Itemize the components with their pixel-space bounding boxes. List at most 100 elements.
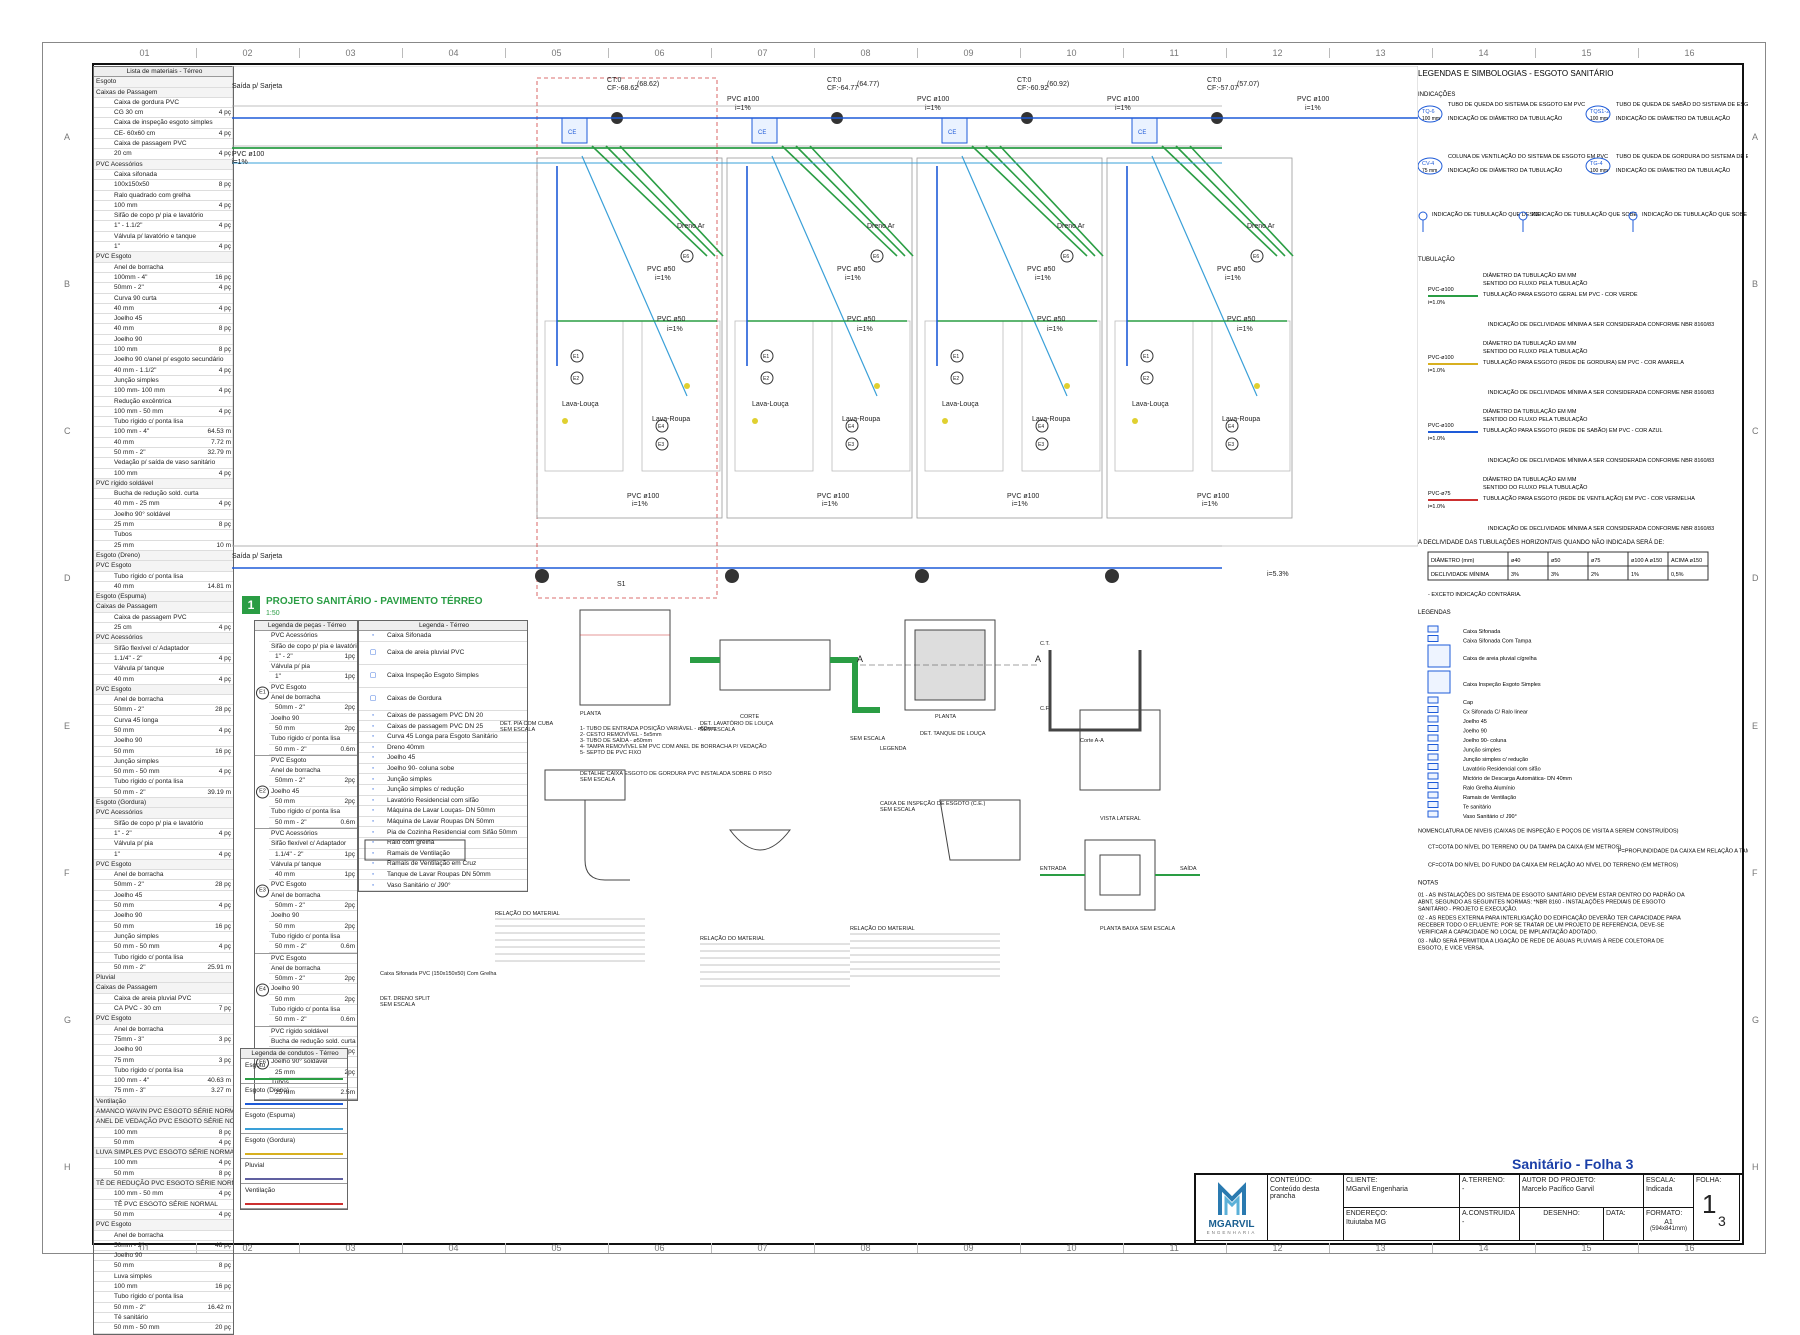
material-label: 50 mm bbox=[114, 1138, 134, 1146]
material-qty: 3 pç bbox=[218, 1056, 231, 1064]
material-label: 40 mm bbox=[114, 325, 134, 333]
material-label: 1.1/4" - 2" bbox=[114, 654, 143, 662]
material-qty: 16 pç bbox=[215, 1283, 231, 1291]
pipe-slope: i=1.0% bbox=[1428, 300, 1445, 306]
legend-symbol-icon bbox=[1427, 763, 1439, 770]
material-qty: 8 pç bbox=[218, 325, 231, 333]
pieces-row: Válvula p/ pia bbox=[269, 662, 357, 673]
materials-row: 25 mm 10 m bbox=[94, 541, 233, 551]
materials-row: Luva simples bbox=[94, 1272, 233, 1283]
declivity-value: 2% bbox=[1591, 572, 1599, 578]
piece-qty: 0.6m bbox=[340, 745, 355, 753]
material-label: 50mm - 2" bbox=[114, 284, 144, 292]
pieces-row: 50mm - 2" 2pç bbox=[269, 974, 357, 985]
slope-label: i=1% bbox=[735, 105, 751, 112]
material-qty: 7 pç bbox=[218, 1005, 231, 1013]
pipe-label: PVC ø100 bbox=[917, 96, 949, 103]
slope-label: i=1% bbox=[822, 501, 838, 508]
piece-code: E4 bbox=[1038, 424, 1044, 430]
legend-symbol-icon bbox=[1427, 715, 1439, 723]
material-label: PVC Esgoto bbox=[96, 562, 132, 570]
pieces-row: 50 mm - 2" 0.6m bbox=[269, 942, 357, 953]
tg-desc: TUBO DE QUEDA DE GORDURA DO SISTEMA DE E… bbox=[1616, 154, 1748, 160]
materials-row: Anel de borracha bbox=[94, 1025, 233, 1035]
material-label: Tubos bbox=[114, 531, 132, 539]
pipe-diam-desc: DIÂMETRO DA TUBULAÇÃO EM MM bbox=[1483, 408, 1577, 415]
material-label: Anel de borracha bbox=[114, 1025, 164, 1033]
grid-tick bbox=[1020, 48, 1021, 58]
materials-row: Caixas de Passagem bbox=[94, 983, 233, 994]
material-qty: 4 pç bbox=[218, 943, 231, 951]
detail-scale: SEM ESCALA bbox=[380, 1002, 415, 1008]
piece-label: 50 mm - 2" bbox=[275, 818, 307, 826]
company-logo-cell: MGARVIL ENGENHARIA bbox=[1196, 1175, 1268, 1241]
detail-note: 2- CESTO REMOVÍVEL - 5x5mm bbox=[580, 731, 662, 738]
pipe-diam-desc: DIÂMETRO DA TUBULAÇÃO EM MM bbox=[1483, 272, 1577, 279]
materials-row: 1.1/4" - 2" 4 pç bbox=[94, 654, 233, 665]
material-label: Caixas de Passagem bbox=[96, 88, 158, 96]
project-scale: 1:50 bbox=[266, 610, 280, 617]
materials-rows: Esgoto Caixas de Passagem Caixa de gordura… bbox=[94, 77, 233, 1334]
pipe-label: PVC ø50 bbox=[1027, 266, 1056, 273]
escala-label: ESCALA: bbox=[1646, 1177, 1676, 1184]
cliente-value: MGarvil Engenharia bbox=[1346, 1186, 1408, 1193]
room-label: Lava-Louça bbox=[942, 401, 979, 408]
material-label: 50 mm - 50 mm bbox=[114, 943, 160, 951]
material-qty: 16.42 m bbox=[207, 1303, 232, 1311]
legend-item-label: Junção simples bbox=[1463, 747, 1501, 753]
materials-row: PVC Esgoto bbox=[94, 1014, 233, 1025]
piece-qty: 2pç bbox=[344, 798, 355, 806]
legend-symbol-icon bbox=[1427, 791, 1439, 799]
material-label: Junção simples bbox=[114, 757, 159, 765]
piece-label: Válvula p/ pia bbox=[271, 663, 311, 671]
materials-row: 100 mm 4 pç bbox=[94, 201, 233, 212]
piece-label: PVC Esgoto bbox=[271, 683, 307, 691]
piece-label: PVC Acessórios bbox=[271, 632, 318, 640]
material-label: Sifão de copo p/ pia e lavatório bbox=[114, 212, 204, 220]
detail-caption: Caixa Sifonada PVC (150x150x50) Com Grel… bbox=[380, 971, 497, 977]
materials-row: 50 mm - 2" 39.19 m bbox=[94, 788, 233, 799]
materials-row: 50 mm 8 pç bbox=[94, 1169, 233, 1180]
legend-item-label: Joelho 45 bbox=[1463, 719, 1487, 725]
materials-row: Esgoto bbox=[94, 77, 233, 88]
material-qty: 25.91 m bbox=[207, 963, 232, 971]
materials-row: 75 mm 3 pç bbox=[94, 1056, 233, 1066]
slope-label: i=1% bbox=[632, 501, 648, 508]
piece-code: E1 bbox=[573, 354, 579, 360]
slope-label: i=1% bbox=[1305, 105, 1321, 112]
ct-marker: C.T. bbox=[1040, 641, 1050, 647]
material-qty: 64.53 m bbox=[207, 428, 232, 436]
materials-row: Joelho 90 bbox=[94, 335, 233, 346]
materials-row: LUVA SIMPLES PVC ESGOTO SÉRIE NORMAL bbox=[94, 1148, 233, 1159]
piece-label: 40 mm bbox=[275, 871, 295, 879]
legend-symbol-icon bbox=[1427, 772, 1439, 780]
materials-row: Junção simples bbox=[94, 932, 233, 943]
grease-outlet-icon bbox=[562, 418, 568, 424]
materials-row: Válvula p/ tanque bbox=[94, 664, 233, 675]
materials-row: AMANCO WAVIN PVC ESGOTO SÉRIE NORMAL bbox=[94, 1106, 233, 1118]
material-label: PVC Esgoto bbox=[96, 253, 132, 261]
piece-qty: 2pç bbox=[344, 902, 355, 910]
piece-qty: 2pç bbox=[344, 975, 355, 983]
piece-code: E4 bbox=[848, 424, 854, 430]
materials-row: PVC Esgoto bbox=[94, 561, 233, 572]
pipe-slope: i=1.0% bbox=[1428, 504, 1445, 510]
materials-row: Caixa de passagem PVC bbox=[94, 613, 233, 624]
materials-row: 100x150x50 8 pç bbox=[94, 180, 233, 191]
conduit-legend-row: Esgoto (Gordura) bbox=[241, 1134, 347, 1160]
material-label: TÊ DE REDUÇÃO PVC ESGOTO SÉRIE NORMAL bbox=[96, 1180, 233, 1188]
materials-row: 50mm - 2" 48 pç bbox=[94, 1241, 233, 1252]
cv-diam-desc: INDICAÇÃO DE DIÂMETRO DA TUBULAÇÃO bbox=[1448, 167, 1563, 174]
conduit-line-swatch bbox=[245, 1153, 343, 1156]
grid-tick bbox=[814, 48, 815, 58]
legend-symbol-icon bbox=[1427, 725, 1439, 732]
endereco-cell: ENDEREÇO: Ituiutaba MG bbox=[1344, 1208, 1460, 1241]
grease-outlet-icon bbox=[1132, 418, 1138, 424]
declivity-value: 1% bbox=[1631, 572, 1639, 578]
room-outline bbox=[641, 320, 721, 472]
tg-diam-desc: INDICAÇÃO DE DIÂMETRO DA TUBULAÇÃO bbox=[1616, 167, 1731, 174]
piece-qty: 2pç bbox=[344, 724, 355, 732]
grid-tick bbox=[299, 48, 300, 58]
materials-row: TÊ PVC ESGOTO SÉRIE NORMAL bbox=[94, 1200, 233, 1210]
materials-row: PVC Esgoto bbox=[94, 1220, 233, 1231]
